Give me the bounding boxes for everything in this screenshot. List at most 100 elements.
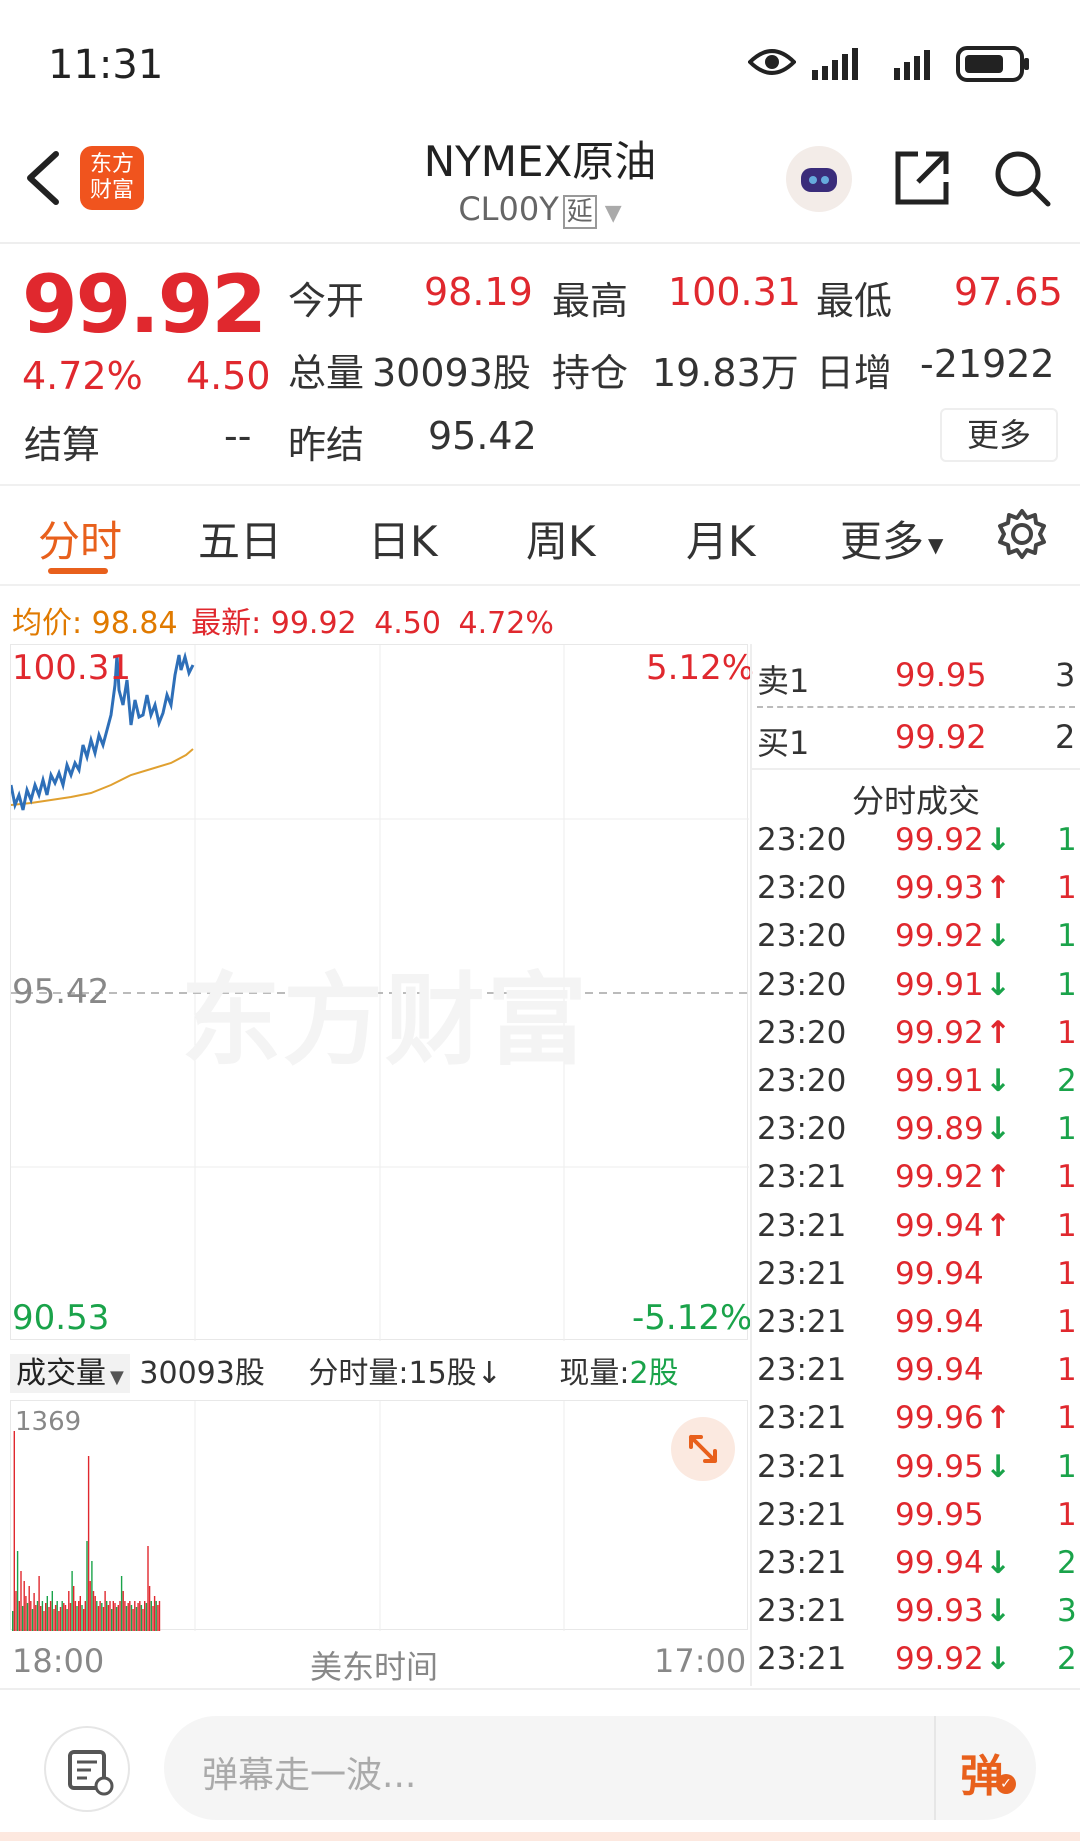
volume-bar: [114, 1603, 116, 1631]
volume-bar: [140, 1605, 143, 1631]
volume-chart[interactable]: 1369: [10, 1400, 748, 1631]
volume-bar: [157, 1605, 159, 1631]
volume-bar: [135, 1607, 138, 1631]
avg-label: 均价:: [12, 606, 83, 641]
volume-bar: [48, 1607, 50, 1631]
high-value: 100.31: [668, 270, 801, 314]
tick-time: 23:20: [757, 918, 847, 955]
volume-bar: [73, 1586, 75, 1631]
volume-bar: [137, 1603, 139, 1631]
volume-bar: [78, 1601, 80, 1631]
tick-row: 23:21 99.92 ↓ 2: [757, 1641, 1080, 1689]
volume-bar: [124, 1601, 126, 1631]
tick-time: 23:21: [757, 1159, 847, 1196]
volume-bar: [107, 1605, 110, 1631]
open-label: 今开: [288, 279, 365, 323]
latest-pct: 4.72%: [458, 606, 554, 641]
tick-time: 23:21: [757, 1448, 847, 1485]
volume-bar: [84, 1601, 86, 1631]
comment-placeholder: 弹幕走一波...: [202, 1755, 417, 1796]
low-label: 最低: [816, 279, 893, 323]
robot-assistant-icon[interactable]: [786, 146, 852, 212]
volume-bar: [33, 1593, 35, 1631]
volume-bar: [94, 1596, 96, 1631]
volume-bar: [61, 1601, 63, 1631]
tick-price: 99.93: [895, 870, 984, 907]
volume-bar: [12, 1611, 14, 1631]
current-vol-value: 2股: [629, 1356, 679, 1391]
minute-vol-value: 15股↓: [408, 1356, 502, 1391]
tick-price: 99.92: [895, 918, 984, 955]
tab-more[interactable]: 更多 ▼: [840, 508, 943, 569]
tick-time: 23:21: [757, 1593, 847, 1630]
volume-bar: [147, 1546, 149, 1631]
volume-bar: [125, 1606, 128, 1631]
tick-time: 23:20: [757, 822, 847, 858]
tick-direction-icon: ↑: [985, 1159, 1011, 1196]
change-value: 4.50: [186, 354, 271, 398]
tick-time: 23:21: [757, 1545, 847, 1581]
tick-row: 23:21 99.95 ↓ 1: [757, 1449, 1080, 1497]
tick-time: 23:21: [757, 1496, 847, 1533]
expand-chart-button[interactable]: [671, 1417, 735, 1481]
volume-bar: [148, 1586, 151, 1631]
tab-intraday[interactable]: 分时: [38, 508, 122, 569]
tab-daily-k[interactable]: 日K: [368, 508, 438, 569]
prev-settle-value: 95.42: [428, 414, 537, 458]
time-axis-mid: 美东时间: [310, 1648, 439, 1686]
comment-input[interactable]: 弹幕走一波... 弹 ✓: [164, 1716, 1036, 1820]
price-chart[interactable]: 东方财富: [10, 644, 749, 1341]
volume-bar: [59, 1607, 62, 1631]
tick-time: 23:21: [757, 1352, 847, 1389]
comment-list-button[interactable]: [44, 1726, 130, 1812]
more-quote-button[interactable]: 更多: [940, 408, 1058, 462]
tick-qty: 2: [1057, 1545, 1077, 1581]
tab-weekly-k[interactable]: 周K: [526, 508, 596, 569]
tab-five-day[interactable]: 五日: [198, 508, 282, 569]
caret-down-icon: ▼: [110, 1367, 124, 1388]
volume-bar: [92, 1591, 95, 1631]
share-icon[interactable]: [892, 148, 952, 208]
search-icon[interactable]: [992, 148, 1052, 208]
oi-label: 持仓: [552, 351, 629, 395]
daily-inc-label: 日增: [816, 351, 893, 395]
oi-value: 19.83万: [652, 351, 799, 395]
volume-bar: [51, 1591, 53, 1631]
tick-price: 99.92: [895, 822, 984, 858]
volume-bar: [104, 1591, 106, 1631]
volume-bar: [46, 1596, 48, 1631]
tick-price: 99.92: [895, 1641, 984, 1678]
ticks-title: 分时成交: [851, 782, 980, 820]
ask-label: 卖1: [757, 662, 810, 700]
volume-bar: [139, 1601, 141, 1631]
low-value: 97.65: [954, 270, 1063, 314]
tick-price: 99.94: [895, 1207, 984, 1244]
status-time: 11:31: [48, 42, 164, 88]
tick-row: 23:21 99.93 ↓ 3: [757, 1593, 1080, 1641]
last-price: 99.92: [22, 258, 267, 351]
send-danmaku-button[interactable]: 弹 ✓: [934, 1716, 1036, 1820]
tick-qty: 2: [1057, 1641, 1077, 1678]
tick-qty: 1: [1057, 1352, 1077, 1389]
tick-qty: 1: [1057, 1111, 1077, 1148]
tick-qty: 2: [1057, 1063, 1077, 1099]
tick-direction-icon: ↓: [985, 918, 1011, 955]
tick-price: 99.91: [895, 966, 984, 1003]
tick-time: 23:20: [757, 1111, 847, 1148]
tab-monthly-k[interactable]: 月K: [686, 508, 756, 569]
volume-selector[interactable]: 成交量 ▼: [10, 1354, 130, 1393]
tick-time: 23:21: [757, 1641, 847, 1678]
bid-row: 买1 99.92 2: [757, 718, 1080, 762]
tick-price: 99.95: [895, 1448, 984, 1485]
volume-bar: [119, 1601, 121, 1631]
tab-active-indicator: [48, 568, 108, 574]
volume-bar: [25, 1596, 27, 1631]
volume-bar: [132, 1609, 134, 1631]
tick-price: 99.91: [895, 1063, 984, 1099]
tick-direction-icon: ↓: [985, 1063, 1011, 1099]
tick-qty: 1: [1057, 870, 1077, 907]
volume-bar: [89, 1581, 91, 1631]
settings-gear-icon[interactable]: [996, 508, 1048, 560]
volume-bar: [74, 1601, 77, 1631]
volume-bar: [115, 1607, 118, 1631]
